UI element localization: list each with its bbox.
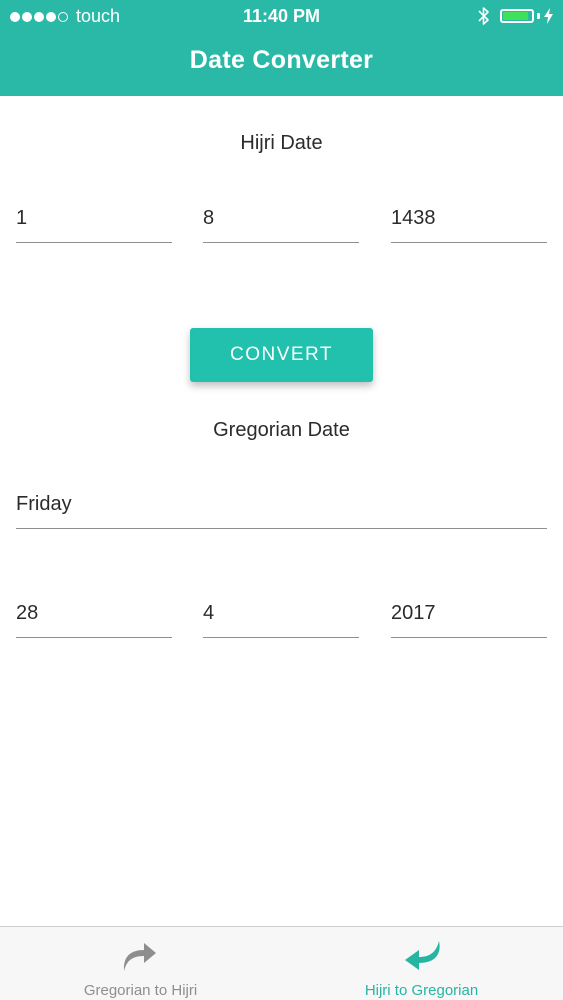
convert-button[interactable]: CONVERT xyxy=(190,328,373,382)
gregorian-month-field: 4 xyxy=(203,598,359,638)
hijri-year-field[interactable]: 1438 xyxy=(391,203,547,243)
tab-hijri-to-gregorian[interactable]: Hijri to Gregorian xyxy=(281,927,562,1000)
redo-arrow-icon xyxy=(123,943,156,971)
gregorian-weekday-field: Friday xyxy=(16,489,547,529)
tab-bar: Gregorian to Hijri Hijri to Gregorian xyxy=(0,926,563,1000)
status-bar: touch 11:40 PM xyxy=(0,0,563,32)
hijri-date-label: Hijri Date xyxy=(240,132,323,154)
hijri-day-field[interactable]: 1 xyxy=(16,203,172,243)
gregorian-date-label: Gregorian Date xyxy=(213,419,350,441)
battery-tip xyxy=(537,13,540,19)
page-title: Date Converter xyxy=(189,46,374,74)
status-icons xyxy=(478,6,553,26)
gregorian-year-field: 2017 xyxy=(391,598,547,638)
undo-arrow-shape xyxy=(405,941,440,970)
tab-label-gregorian-to-hijri: Gregorian to Hijri xyxy=(83,982,198,999)
charging-icon xyxy=(544,8,553,24)
gregorian-day-field: 28 xyxy=(16,598,172,638)
battery-level xyxy=(503,12,528,20)
tab-gregorian-to-hijri[interactable]: Gregorian to Hijri xyxy=(0,927,281,1000)
battery-icon xyxy=(500,9,534,23)
app-header: touch 11:40 PM Date Converter xyxy=(0,0,563,96)
tab-label-hijri-to-gregorian: Hijri to Gregorian xyxy=(364,982,479,999)
hijri-month-field[interactable]: 8 xyxy=(203,203,359,243)
bluetooth-icon xyxy=(478,7,489,25)
undo-arrow-icon xyxy=(405,941,440,970)
redo-arrow-shape xyxy=(123,943,156,971)
